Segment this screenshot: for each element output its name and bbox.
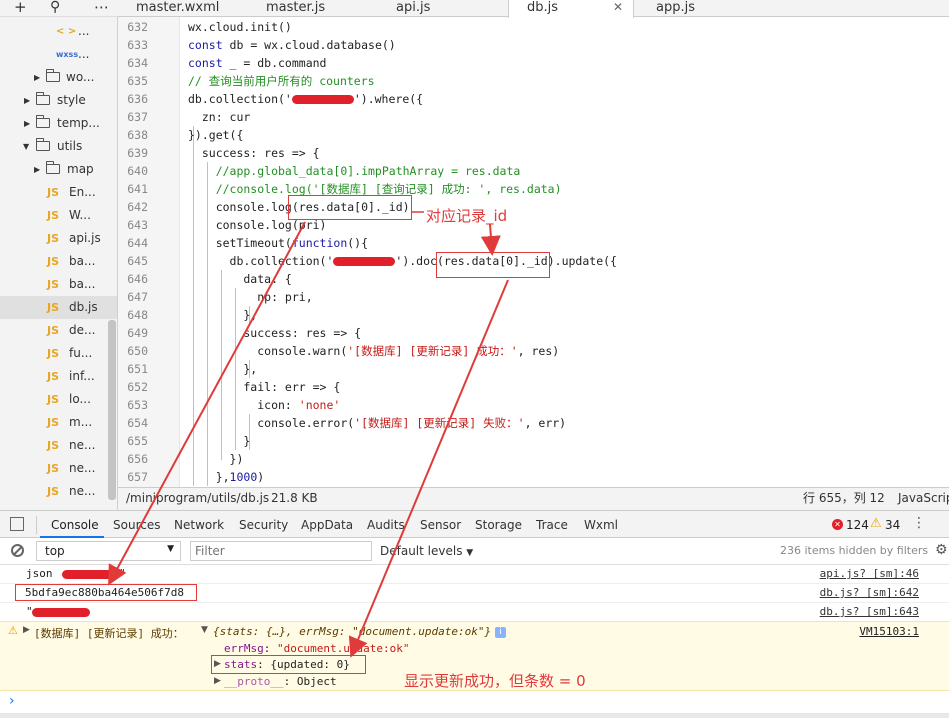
annotation-arrow-to-doc [480, 223, 501, 256]
annotation-arrows [108, 211, 509, 658]
annotation-arrow-to-stats [348, 279, 509, 658]
annotation-arrow-to-id-output [108, 221, 306, 586]
